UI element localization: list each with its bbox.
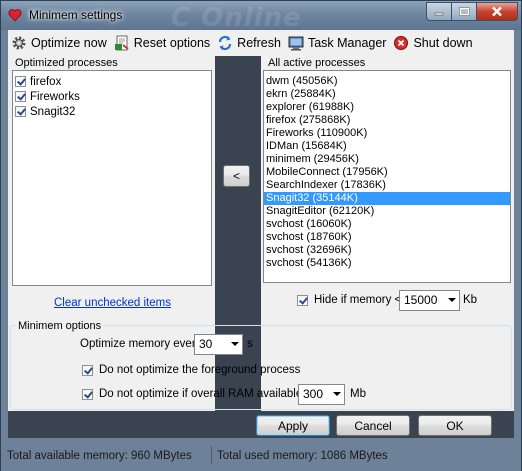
optimize-now-label: Optimize now bbox=[31, 35, 107, 50]
settings-window: C Online Minimem settings Optimize now R… bbox=[0, 0, 522, 471]
ram-threshold-unit: Mb bbox=[350, 388, 366, 400]
process-list-item[interactable]: dwm (45056K) bbox=[264, 75, 510, 88]
all-active-processes-label: All active processes bbox=[268, 57, 366, 69]
close-icon bbox=[492, 6, 502, 17]
foreground-option-checkbox[interactable] bbox=[82, 364, 93, 376]
process-list-item[interactable]: IDMan (15684K) bbox=[264, 140, 510, 153]
cancel-button[interactable]: Cancel bbox=[336, 415, 410, 436]
task-manager-label: Task Manager bbox=[307, 35, 387, 50]
hide-if-memory-row: Hide if memory < bbox=[297, 294, 401, 306]
total-used-memory: Total used memory: 1086 MBytes bbox=[217, 450, 388, 462]
reset-options-button[interactable]: Reset options bbox=[111, 32, 214, 54]
chevron-down-icon bbox=[333, 392, 341, 396]
optimize-interval-select[interactable]: 30 bbox=[194, 334, 243, 355]
minimize-button[interactable] bbox=[426, 2, 452, 21]
process-name: firefox bbox=[30, 75, 62, 88]
dialog-content: Optimize now Reset options Refresh Task … bbox=[8, 30, 514, 438]
status-bar: Total available memory: 960 MBytes Total… bbox=[1, 442, 521, 471]
apply-button[interactable]: Apply bbox=[256, 415, 330, 436]
process-list-item[interactable]: Fireworks (110900K) bbox=[264, 127, 510, 140]
total-available-memory: Total available memory: 960 MBytes bbox=[7, 450, 192, 462]
reset-document-icon bbox=[114, 35, 129, 50]
shutdown-icon bbox=[394, 35, 409, 50]
title-bar[interactable]: C Online Minimem settings bbox=[1, 1, 521, 33]
chevron-down-icon bbox=[448, 298, 456, 302]
process-list-item[interactable]: svchost (32696K) bbox=[264, 244, 510, 257]
shut-down-label: Shut down bbox=[413, 35, 473, 50]
list-item[interactable]: Snagit32 bbox=[13, 104, 211, 119]
ram-option-row: Do not optimize if overall RAM available… bbox=[82, 388, 312, 400]
foreground-option-row: Do not optimize the foreground process bbox=[82, 364, 300, 376]
ram-threshold-value: 300 bbox=[303, 387, 324, 401]
optimize-now-button[interactable]: Optimize now bbox=[8, 32, 111, 54]
process-list-item[interactable]: firefox (275868K) bbox=[264, 114, 510, 127]
optimized-processes-list[interactable]: firefox Fireworks Snagit32 bbox=[12, 70, 212, 286]
checked-checkbox[interactable] bbox=[15, 91, 26, 102]
title-watermark: C Online bbox=[171, 3, 302, 33]
process-list-item[interactable]: svchost (16060K) bbox=[264, 218, 510, 231]
chevron-down-icon bbox=[231, 342, 239, 346]
hide-memory-threshold-select[interactable]: 15000 bbox=[399, 290, 460, 311]
optimize-interval-value: 30 bbox=[199, 337, 213, 351]
optimize-every-label: Optimize memory every bbox=[80, 338, 202, 350]
ram-threshold-select[interactable]: 300 bbox=[298, 384, 345, 405]
task-manager-button[interactable]: Task Manager bbox=[285, 32, 391, 54]
close-button[interactable] bbox=[477, 2, 518, 21]
checked-checkbox[interactable] bbox=[15, 76, 26, 87]
shut-down-button[interactable]: Shut down bbox=[390, 32, 476, 54]
app-icon bbox=[8, 9, 22, 22]
refresh-icon bbox=[219, 35, 232, 50]
task-manager-icon bbox=[288, 36, 304, 50]
active-processes-list[interactable]: dwm (45056K) ekrn (25884K) explorer (61988… bbox=[263, 70, 511, 283]
clear-unchecked-link[interactable]: Clear unchecked items bbox=[54, 297, 171, 309]
hide-memory-unit: Kb bbox=[463, 294, 478, 306]
ram-option-label: Do not optimize if overall RAM available… bbox=[99, 388, 313, 400]
list-item[interactable]: firefox bbox=[13, 74, 211, 89]
ram-option-checkbox[interactable] bbox=[82, 388, 93, 400]
process-list-item[interactable]: minimem (29456K) bbox=[264, 153, 510, 166]
hide-memory-threshold-value: 15000 bbox=[404, 293, 438, 307]
optimized-processes-label: Optimized processes bbox=[15, 57, 118, 69]
process-list-item[interactable]: svchost (18760K) bbox=[264, 231, 510, 244]
process-list-item[interactable]: explorer (61988K) bbox=[264, 101, 510, 114]
process-list-item[interactable]: SnagitEditor (62120K) bbox=[264, 205, 510, 218]
ok-button[interactable]: OK bbox=[418, 415, 492, 436]
reset-options-label: Reset options bbox=[133, 35, 211, 50]
process-list-item[interactable]: SearchIndexer (17836K) bbox=[264, 179, 510, 192]
toolbar: Optimize now Reset options Refresh Task … bbox=[8, 30, 514, 55]
list-item[interactable]: Fireworks bbox=[13, 89, 211, 104]
maximize-icon bbox=[458, 6, 470, 16]
process-list-item[interactable]: ekrn (25884K) bbox=[264, 88, 510, 101]
process-list-item[interactable]: svchost (54136K) bbox=[264, 257, 510, 270]
gear-icon bbox=[12, 36, 26, 49]
status-separator bbox=[211, 446, 212, 464]
refresh-button[interactable]: Refresh bbox=[214, 32, 285, 54]
process-list-item[interactable]: Snagit32 (35144K) bbox=[264, 192, 510, 205]
minimize-icon bbox=[434, 12, 444, 15]
window-title: Minimem settings bbox=[29, 8, 123, 22]
maximize-button[interactable] bbox=[452, 2, 477, 21]
process-list-item[interactable]: MobileConnect (17956K) bbox=[264, 166, 510, 179]
active-processes-items: dwm (45056K) ekrn (25884K) explorer (61988… bbox=[264, 71, 510, 270]
minimem-options-label: Minimem options bbox=[16, 320, 104, 332]
move-to-optimized-button[interactable]: < bbox=[223, 165, 250, 187]
foreground-option-label: Do not optimize the foreground process bbox=[99, 364, 301, 376]
hide-if-memory-label: Hide if memory < bbox=[314, 294, 402, 306]
checked-checkbox[interactable] bbox=[15, 106, 26, 117]
process-name: Fireworks bbox=[30, 90, 80, 103]
hide-if-memory-checkbox[interactable] bbox=[297, 294, 308, 306]
process-name: Snagit32 bbox=[30, 105, 76, 118]
refresh-label: Refresh bbox=[237, 35, 281, 50]
optimize-interval-unit: s bbox=[247, 338, 253, 350]
